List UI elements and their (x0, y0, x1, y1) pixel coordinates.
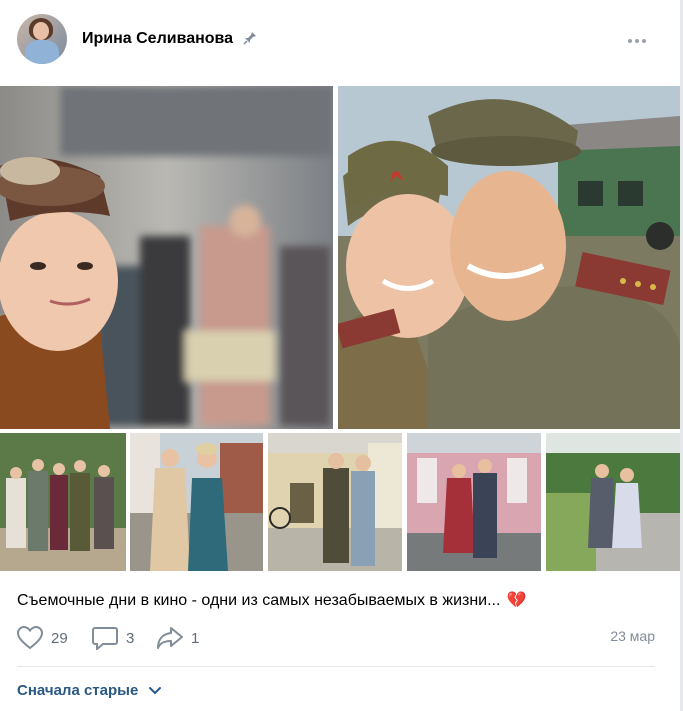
chevron-down-icon (148, 683, 162, 700)
photo-3[interactable] (0, 433, 126, 571)
author-name[interactable]: Ирина Селиванова (82, 30, 233, 48)
photo-1[interactable] (0, 86, 333, 429)
post-caption: Съемочные дни в кино - одни из самых нез… (17, 590, 526, 610)
post-date[interactable]: 23 мар (610, 628, 655, 644)
sort-label: Сначала старые (17, 682, 139, 699)
post-actions: 29 3 1 (17, 624, 667, 652)
comment-button[interactable]: 3 (92, 624, 134, 652)
shares-count: 1 (191, 629, 200, 647)
post-header: Ирина Селиванова (0, 0, 680, 82)
post-card: Ирина Селиванова Съемочные дни в кино - … (0, 0, 683, 711)
share-button[interactable]: 1 (157, 624, 199, 652)
author-avatar[interactable] (17, 14, 67, 64)
photo-6[interactable] (407, 433, 541, 571)
more-dots-icon[interactable] (628, 30, 652, 50)
photo-4[interactable] (130, 433, 263, 571)
comment-icon (92, 627, 118, 650)
caption-text: Съемочные дни в кино - одни из самых нез… (17, 592, 501, 609)
pin-icon (243, 31, 257, 45)
comments-count: 3 (126, 629, 135, 647)
photo-7[interactable] (546, 433, 680, 571)
broken-heart-emoji: 💔 (506, 592, 527, 609)
photo-5[interactable] (268, 433, 402, 571)
heart-icon (17, 626, 43, 650)
divider (17, 666, 655, 667)
photo-2[interactable] (338, 86, 680, 429)
like-button[interactable]: 29 (17, 624, 68, 652)
share-icon (157, 627, 183, 649)
likes-count: 29 (51, 629, 68, 647)
comments-sort-button[interactable]: Сначала старые (17, 682, 162, 700)
